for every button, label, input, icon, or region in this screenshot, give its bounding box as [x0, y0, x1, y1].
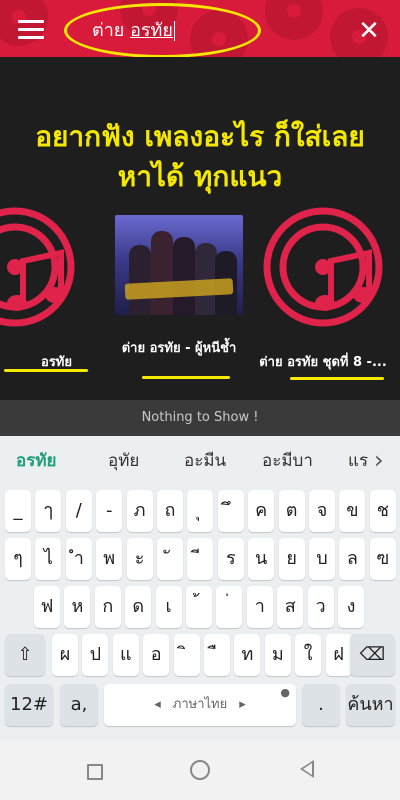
hero-headline: อยากฟัง เพลงอะไร ก็ใส่เลย หาได้ ทุกแนว [0, 117, 400, 197]
result-title: ต่าย อรทัย ชุดที่ 8 -... [259, 355, 387, 370]
key-button[interactable]: ำ [65, 538, 92, 580]
key-button[interactable]: ะ [126, 538, 153, 580]
arrow-right-icon: ▸ [239, 697, 246, 712]
suggestion-bar: อรทัย อุทัย อะมีน อะมีบา แร › [0, 436, 400, 484]
hero-line-1: อยากฟัง เพลงอะไร ก็ใส่เลย [35, 120, 365, 153]
key-button[interactable]: ิ [173, 634, 200, 676]
background-disc-icon [265, 0, 323, 40]
key-button[interactable]: ช [369, 490, 396, 532]
key-button[interactable]: ป [82, 634, 109, 676]
music-disc-icon [0, 207, 79, 327]
key-button[interactable]: ง [338, 586, 364, 628]
suggestion-item[interactable]: แร [348, 436, 370, 484]
close-icon[interactable]: ✕ [354, 16, 384, 46]
result-title: ต่าย อรทัย - ผู้หนีช้ำ [121, 341, 237, 356]
key-button[interactable]: น [248, 538, 275, 580]
hero-line-2: หาได้ ทุกแนว [117, 160, 283, 193]
result-card[interactable]: อรทัย [0, 207, 80, 372]
suggestion-item[interactable]: อะมีน [184, 436, 226, 484]
key-button[interactable]: ๅ [35, 490, 62, 532]
key-button[interactable]: ไ [35, 538, 62, 580]
key-button[interactable]: ภ [126, 490, 153, 532]
key-button[interactable]: ั [157, 538, 183, 580]
key-button[interactable]: ื [204, 634, 230, 676]
period-key[interactable]: . [302, 684, 340, 726]
suggestion-item[interactable]: อุทัย [108, 436, 139, 484]
triangle-back-icon[interactable] [300, 760, 314, 778]
key-button[interactable]: ส [277, 586, 304, 628]
hamburger-menu-icon[interactable] [14, 16, 48, 44]
key-button[interactable]: ผ [52, 634, 78, 676]
square-icon[interactable] [87, 764, 103, 780]
key-button[interactable]: ด [125, 586, 152, 628]
key-button[interactable]: ถ [157, 490, 183, 532]
key-button[interactable]: ย [278, 538, 305, 580]
annotation-underline [142, 376, 230, 379]
key-button[interactable]: อ [143, 634, 170, 676]
space-bar[interactable]: ◂ ภาษาไทย ▸ ● [104, 684, 296, 726]
key-button[interactable]: แ [112, 634, 139, 676]
main-content: อยากฟัง เพลงอะไร ก็ใส่เลย หาได้ ทุกแนว อ… [0, 57, 400, 400]
key-button[interactable]: ฝ [325, 634, 352, 676]
shift-key[interactable]: ⇧ [5, 634, 45, 676]
search-submit-key[interactable]: ค้นหา [346, 684, 395, 726]
symbols-key[interactable]: a, [60, 684, 98, 726]
key-button[interactable]: บ [309, 538, 335, 580]
key-button[interactable]: _ [5, 490, 31, 532]
key-button[interactable]: พ [96, 538, 123, 580]
key-button[interactable]: ล [339, 538, 366, 580]
key-button[interactable]: ี [187, 538, 214, 580]
annotation-underline [4, 369, 88, 372]
key-button[interactable]: ๆ [5, 538, 31, 580]
result-card[interactable]: ต่าย อรทัย ชุดที่ 8 -... [258, 207, 388, 372]
result-card[interactable]: ต่าย อรทัย - ผู้หนีช้ำ [114, 215, 244, 358]
key-button[interactable]: เ [155, 586, 182, 628]
key-button[interactable]: า [246, 586, 273, 628]
music-disc-icon [259, 207, 387, 327]
microphone-icon: ● [280, 686, 290, 699]
key-button[interactable]: ใ [295, 634, 322, 676]
suggestion-item[interactable]: อะมีบา [262, 436, 313, 484]
numbers-key[interactable]: 12# [5, 684, 53, 726]
onscreen-keyboard: อรทัย อุทัย อะมีน อะมีบา แร › _ๅ/-ภถุึคต… [0, 436, 400, 740]
chevron-right-icon[interactable]: › [374, 436, 384, 484]
key-button[interactable]: - [96, 490, 123, 532]
annotation-underline [290, 377, 384, 380]
space-bar-label: ภาษาไทย [172, 697, 228, 712]
key-button[interactable]: ท [234, 634, 261, 676]
key-button[interactable]: ร [217, 538, 244, 580]
key-button[interactable]: ว [307, 586, 334, 628]
key-button[interactable]: ห [64, 586, 91, 628]
key-button[interactable]: ุ [187, 490, 214, 532]
empty-state-message: Nothing to Show ! [0, 400, 400, 436]
arrow-left-icon: ◂ [154, 697, 161, 712]
backspace-key[interactable]: ⌫ [350, 634, 395, 676]
album-cover-image [115, 215, 243, 315]
annotation-ellipse [64, 3, 261, 58]
key-button[interactable]: ต [278, 490, 305, 532]
key-button[interactable]: ่ [216, 586, 243, 628]
suggestion-item[interactable]: อรทัย [16, 436, 57, 484]
key-button[interactable]: ก [94, 586, 121, 628]
key-button[interactable]: ฃ [369, 538, 396, 580]
key-button[interactable]: / [65, 490, 92, 532]
key-button[interactable]: จ [309, 490, 335, 532]
key-button[interactable]: ฟ [34, 586, 60, 628]
key-button[interactable]: ึ [217, 490, 244, 532]
key-button[interactable]: ข [339, 490, 366, 532]
key-button[interactable]: ค [248, 490, 275, 532]
circle-home-icon[interactable] [190, 760, 210, 780]
key-button[interactable]: ้ [186, 586, 212, 628]
system-nav-bar [0, 740, 400, 800]
key-button[interactable]: ม [264, 634, 291, 676]
